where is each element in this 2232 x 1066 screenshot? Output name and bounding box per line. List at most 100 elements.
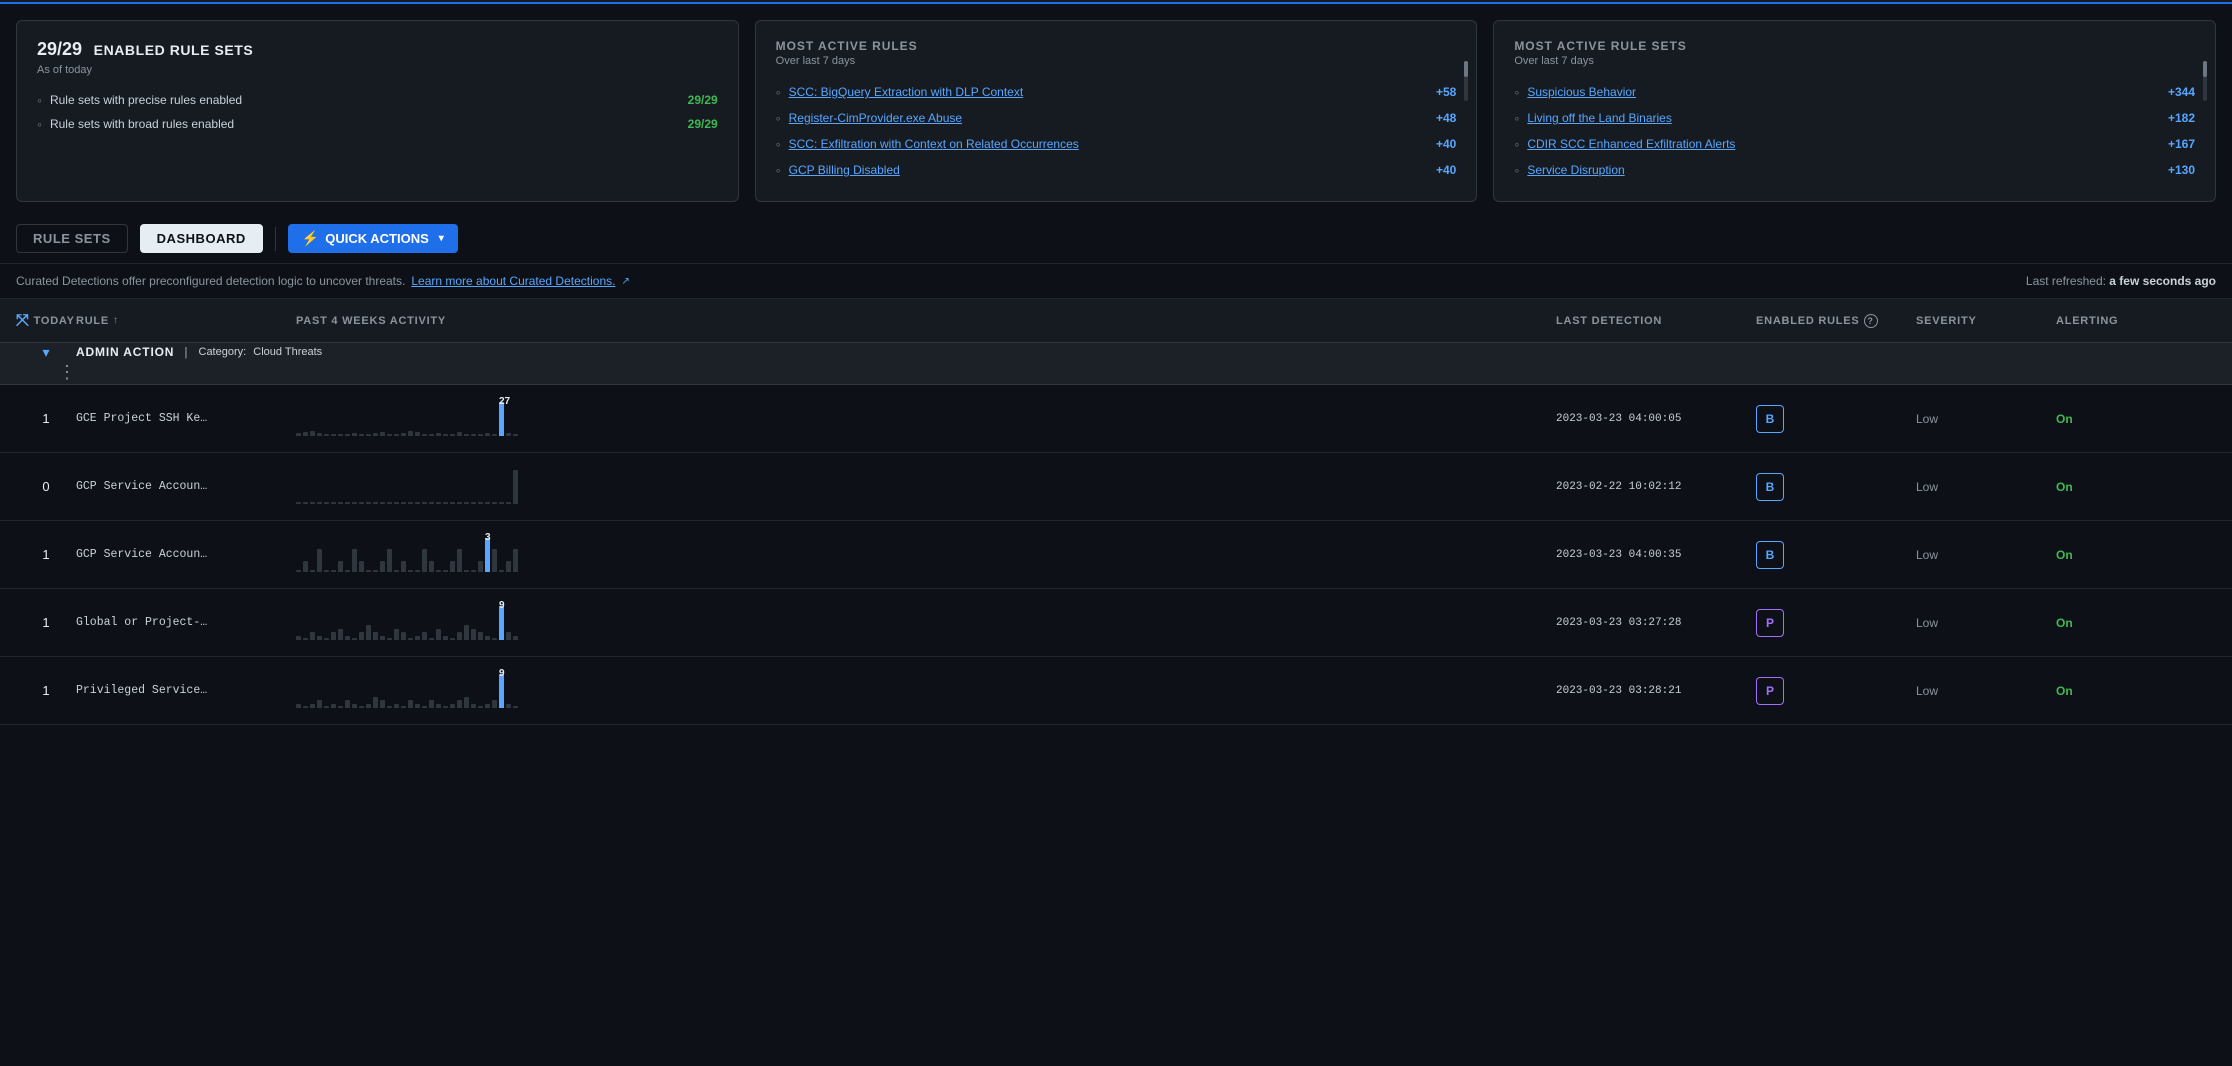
mars-link-0[interactable]: Suspicious Behavior (1527, 85, 1636, 99)
mini-chart-1 (296, 466, 518, 508)
cell-severity-0: Low (1916, 412, 2056, 426)
external-link-icon: ↗ (621, 276, 629, 287)
info-bar-refreshed: Last refreshed: a few seconds ago (2026, 274, 2216, 288)
bar (513, 706, 518, 708)
bar (450, 434, 455, 436)
mars-link-1[interactable]: Living off the Land Binaries (1527, 111, 1672, 125)
chevron-down-icon: ▾ (439, 233, 444, 244)
table-row: 1Global or Project-…92023-03-23 03:27:28… (0, 589, 2232, 657)
quick-actions-label: QUICK ACTIONS (325, 231, 429, 246)
mars-value-0: +344 (2168, 85, 2195, 99)
bar (492, 434, 497, 436)
bar (471, 629, 476, 640)
bar (436, 433, 441, 436)
cell-badge-2: B (1756, 541, 1916, 569)
th-rule[interactable]: RULE ↑ (76, 315, 296, 327)
bar (422, 632, 427, 640)
mar-item-0: SCC: BigQuery Extraction with DLP Contex… (776, 79, 1457, 105)
table-row: 1Privileged Service…92023-03-23 03:28:21… (0, 657, 2232, 725)
mini-chart-4: 9 (296, 670, 518, 712)
bar (457, 700, 462, 708)
bar (352, 433, 357, 436)
lightning-icon: ⚡ (302, 230, 319, 247)
bar (359, 632, 364, 640)
chart-peak-label-2: 3 (485, 532, 491, 543)
bar (443, 636, 448, 640)
bar (485, 636, 490, 640)
most-active-rule-sets-subtitle: Over last 7 days (1514, 55, 2195, 67)
bar (450, 561, 455, 572)
quick-actions-button[interactable]: ⚡ QUICK ACTIONS ▾ (288, 224, 458, 253)
bar (408, 700, 413, 708)
bar (457, 549, 462, 572)
bar (345, 636, 350, 640)
category-more-button[interactable]: ⋮ (16, 362, 76, 383)
bar (464, 502, 469, 504)
bar (387, 549, 392, 572)
bar (499, 502, 504, 504)
mars-link-3[interactable]: Service Disruption (1527, 163, 1624, 177)
bar (415, 570, 420, 572)
category-sub-label: Category: (199, 346, 247, 358)
category-pipe: | (184, 345, 188, 359)
bar (345, 570, 350, 572)
bar (513, 549, 518, 572)
bar (429, 638, 434, 640)
cell-rule-0: GCE Project SSH Ke… (76, 412, 296, 425)
bar (485, 538, 490, 572)
bar (310, 431, 315, 436)
bar (499, 402, 504, 436)
bar (471, 502, 476, 504)
mini-chart-3: 9 (296, 602, 518, 644)
mar-link-1[interactable]: Register-CimProvider.exe Abuse (789, 111, 962, 125)
category-expand-icon[interactable]: ▾ (42, 344, 49, 361)
th-alerting-label: ALERTING (2056, 315, 2118, 327)
bar (429, 561, 434, 572)
th-last-detection-label: LAST DETECTION (1556, 315, 1662, 327)
info-bar-link[interactable]: Learn more about Curated Detections. (411, 274, 615, 288)
enabled-subtitle: As of today (37, 64, 718, 76)
bar (443, 706, 448, 708)
bar (380, 502, 385, 504)
bar (429, 502, 434, 504)
mar-link-2[interactable]: SCC: Exfiltration with Context on Relate… (789, 137, 1079, 151)
rule-sets-tab[interactable]: RULE SETS (16, 224, 128, 253)
bar (401, 502, 406, 504)
mini-chart-2: 3 (296, 534, 518, 576)
bar (408, 638, 413, 640)
bar (345, 434, 350, 436)
bar (387, 434, 392, 436)
collapse-all-icon[interactable]: ⤧ (16, 312, 30, 330)
cell-rule-1: GCP Service Accoun… (76, 480, 296, 493)
bar (394, 502, 399, 504)
chart-peak-label-3: 9 (499, 600, 505, 611)
bar (324, 434, 329, 436)
bar (296, 636, 301, 640)
bar (394, 434, 399, 436)
scrollbar (1464, 61, 1468, 101)
bar (506, 433, 511, 436)
help-icon[interactable]: ? (1864, 314, 1878, 328)
mars-item-2: CDIR SCC Enhanced Exfiltration Alerts +1… (1514, 131, 2195, 157)
bar (408, 431, 413, 436)
cell-today-3: 1 (16, 615, 76, 630)
cell-alerting-0: On (2056, 412, 2176, 426)
mars-link-2[interactable]: CDIR SCC Enhanced Exfiltration Alerts (1527, 137, 1735, 151)
bar (513, 470, 518, 504)
scrollbar-2 (2203, 61, 2207, 101)
bar (422, 434, 427, 436)
cell-today-2: 1 (16, 547, 76, 562)
bar (366, 434, 371, 436)
bar (478, 632, 483, 640)
bar (366, 625, 371, 640)
table-header: ⤧ TODAY RULE ↑ PAST 4 WEEKS ACTIVITY LAS… (0, 299, 2232, 343)
card-row-broad: Rule sets with broad rules enabled 29/29 (37, 112, 718, 136)
bar (443, 502, 448, 504)
mar-link-3[interactable]: GCP Billing Disabled (789, 163, 900, 177)
th-severity: SEVERITY (1916, 315, 2056, 327)
mar-link-0[interactable]: SCC: BigQuery Extraction with DLP Contex… (789, 85, 1024, 99)
bar (310, 704, 315, 708)
cell-chart-3: 9 (296, 602, 1556, 644)
sort-icon: ↑ (113, 315, 119, 326)
dashboard-tab[interactable]: DASHBOARD (140, 224, 263, 253)
